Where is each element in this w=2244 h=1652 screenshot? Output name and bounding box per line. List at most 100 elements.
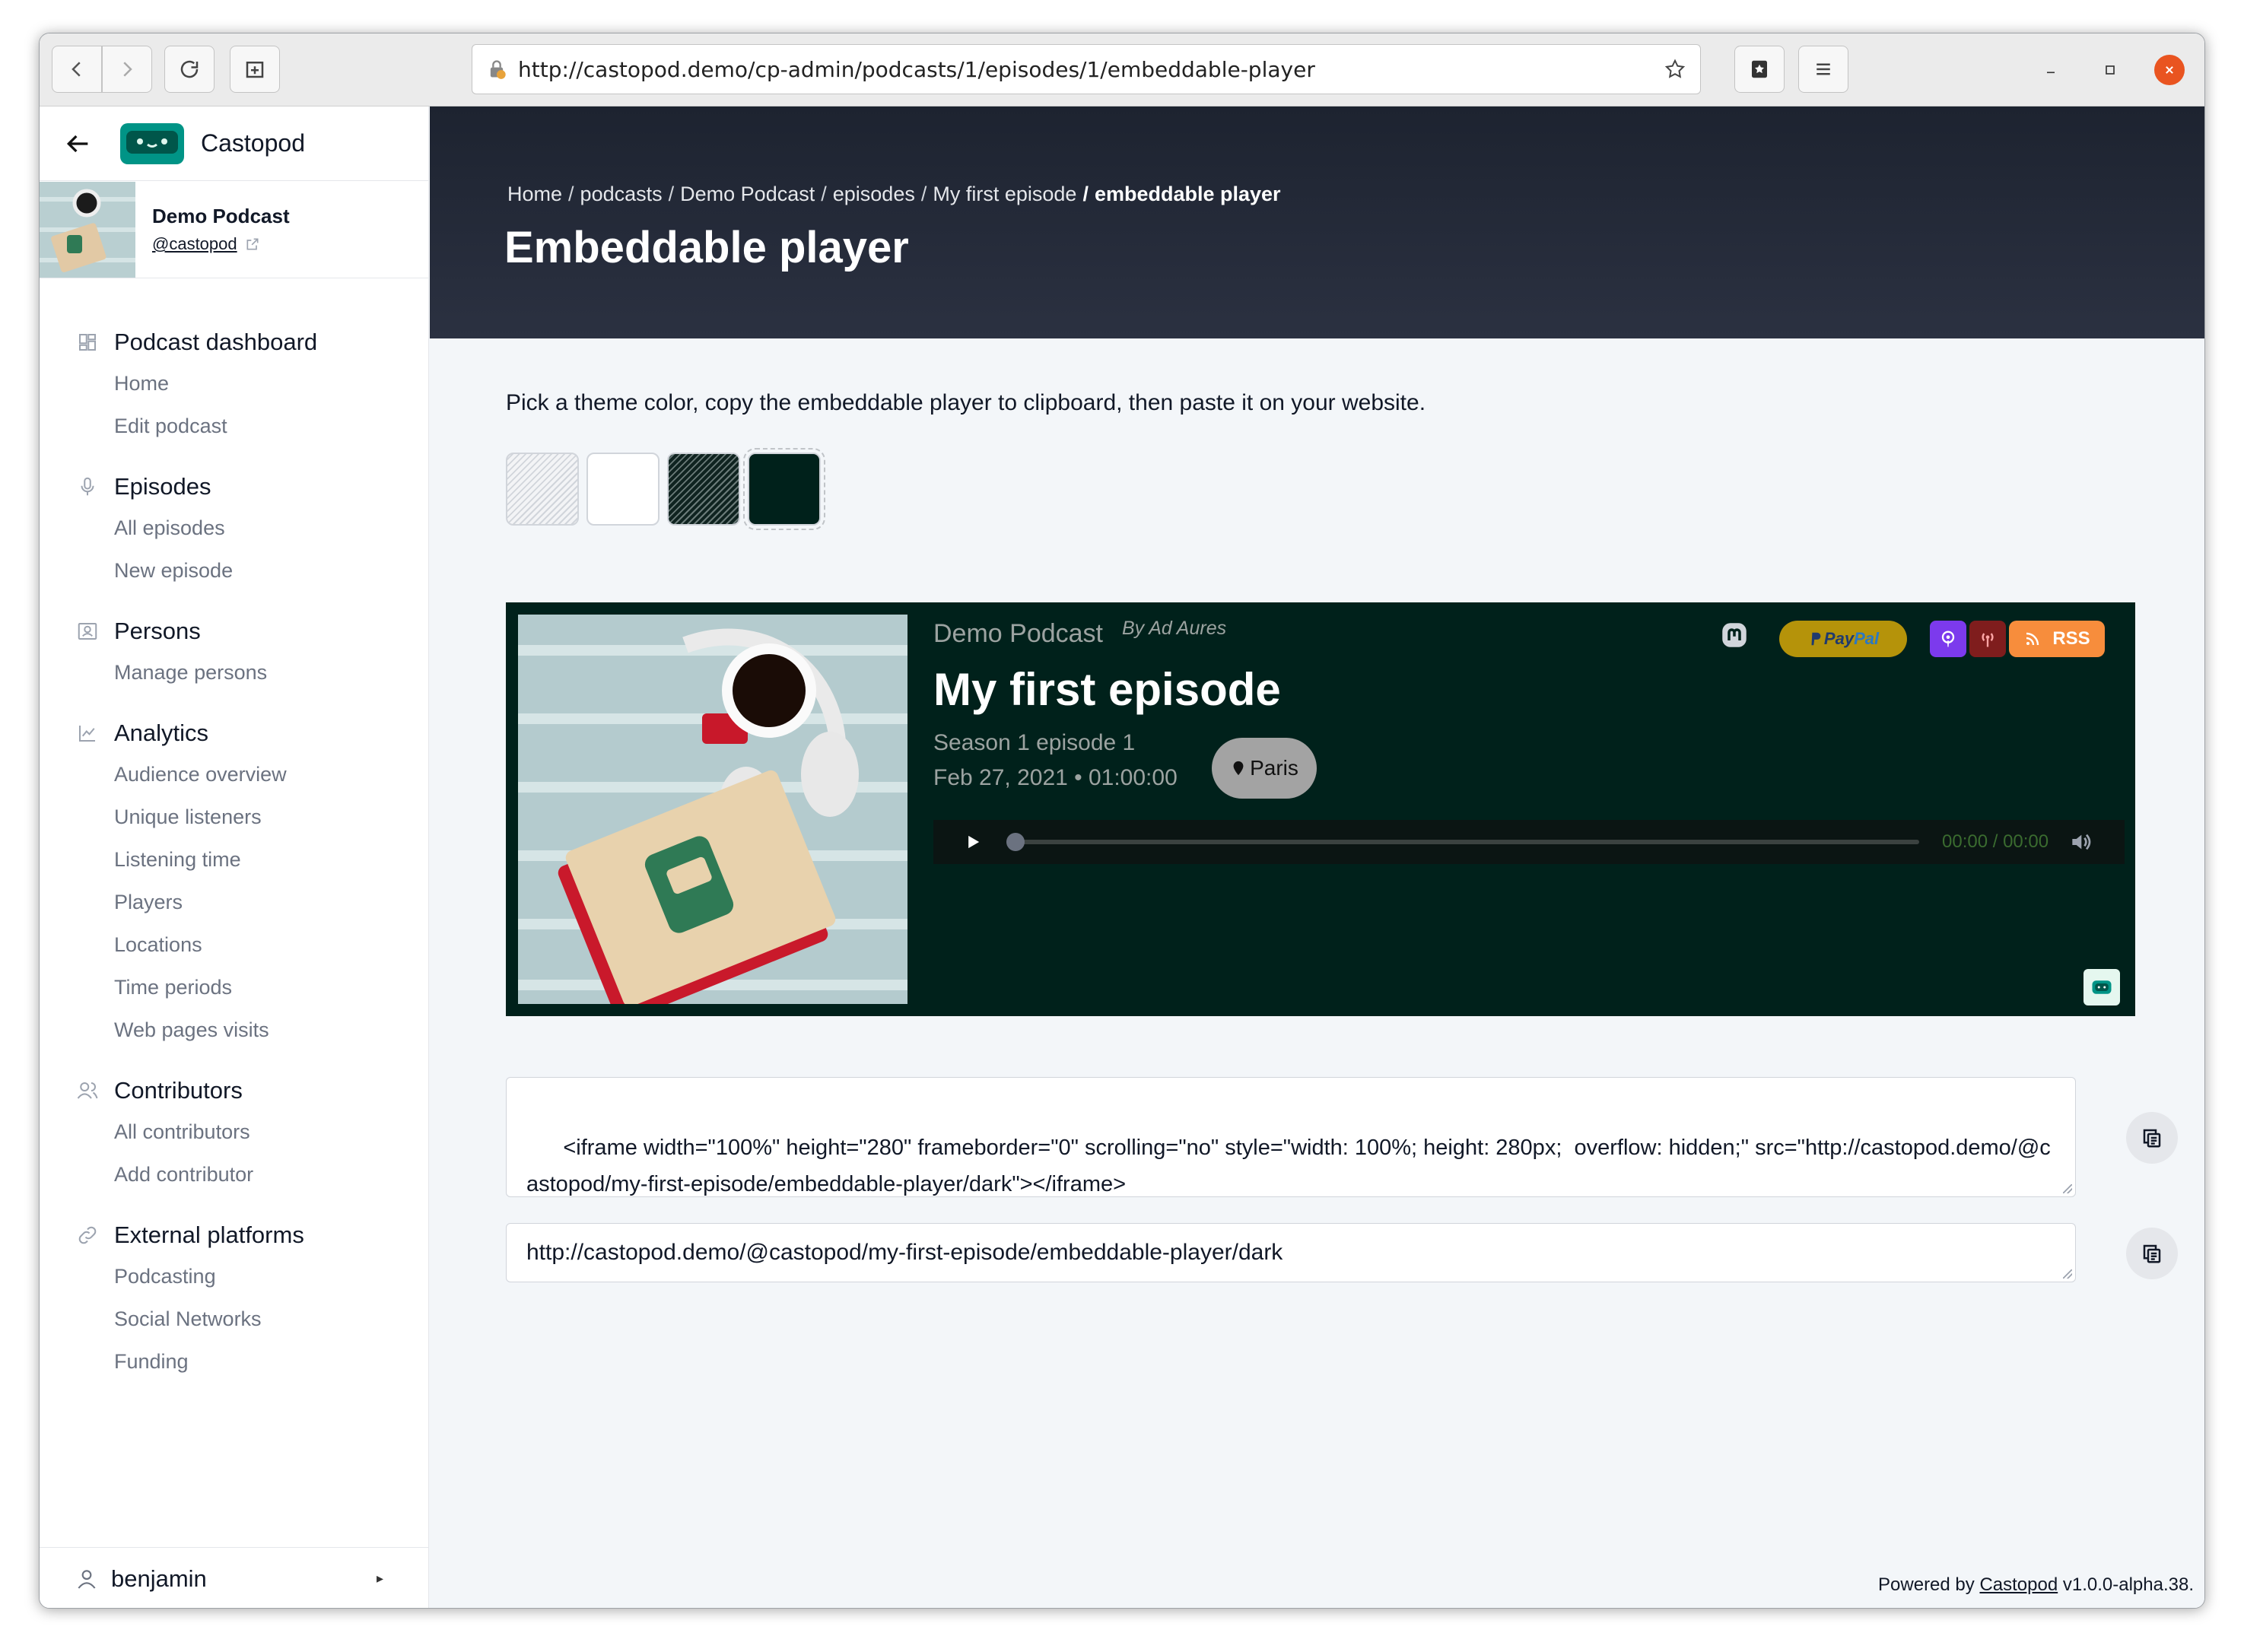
podcast-info: Demo Podcast @castopod	[152, 205, 290, 254]
nav-head-label: Podcast dashboard	[114, 329, 318, 355]
back-button[interactable]	[52, 46, 102, 93]
paypal-button[interactable]: Pay Pal	[1779, 621, 1907, 657]
breadcrumb-current: embeddable player	[1094, 183, 1281, 205]
sidebar-item-home[interactable]: Home	[40, 362, 429, 405]
sidebar-item-new-episode[interactable]: New episode	[40, 549, 429, 592]
sidebar-item-funding[interactable]: Funding	[40, 1340, 429, 1383]
broadcast-icon	[1982, 633, 1994, 647]
theme-dark-swatch[interactable]	[743, 448, 825, 530]
arrow-left-icon[interactable]	[62, 129, 93, 159]
sidebar-item-add-contributor[interactable]: Add contributor	[40, 1153, 429, 1196]
sidebar-item-all-episodes[interactable]: All episodes	[40, 507, 429, 549]
sidebar-item-unique-listeners[interactable]: Unique listeners	[40, 796, 429, 838]
podcast-index-link[interactable]	[1969, 621, 2006, 657]
minimize-button[interactable]	[2036, 55, 2066, 85]
nav-head-label: External platforms	[114, 1222, 304, 1248]
footer-castopod-link[interactable]: Castopod	[1979, 1574, 2058, 1595]
bookmark-star-icon	[1752, 60, 1767, 78]
brand-name[interactable]: Castopod	[201, 129, 305, 157]
breadcrumb-demo-podcast[interactable]: Demo Podcast	[680, 183, 815, 205]
sidebar-item-edit-podcast[interactable]: Edit podcast	[40, 405, 429, 447]
copy-url-button[interactable]	[2126, 1228, 2178, 1279]
microphone-icon	[81, 477, 94, 496]
rss-label: RSS	[2052, 628, 2090, 649]
user-menu[interactable]: benjamin ▸	[40, 1547, 429, 1608]
paypal-label-pal: Pal	[1854, 629, 1880, 648]
footer-version: v1.0.0-alpha.38.	[2062, 1574, 2194, 1595]
mastodon-icon[interactable]	[1718, 619, 1750, 651]
resize-handle[interactable]	[2063, 1269, 2072, 1279]
reload-icon	[180, 60, 199, 78]
nav-head-analytics[interactable]: Analytics	[40, 713, 429, 753]
sidebar-item-time-periods[interactable]: Time periods	[40, 966, 429, 1009]
breadcrumb-podcasts[interactable]: podcasts	[580, 183, 663, 205]
page-header: Home / podcasts / Demo Podcast / episodes / My f…	[430, 106, 2204, 338]
player-time: 00:00 / 00:00	[1942, 831, 2049, 852]
nav-head-label: Persons	[114, 618, 201, 644]
reload-button[interactable]	[164, 46, 215, 93]
sidebar-item-all-contributors[interactable]: All contributors	[40, 1110, 429, 1153]
apple-podcasts-link[interactable]	[1930, 621, 1966, 657]
sidebar-item-web-pages-visits[interactable]: Web pages visits	[40, 1009, 429, 1051]
new-tab-button[interactable]	[230, 46, 280, 93]
sidebar-item-audience-overview[interactable]: Audience overview	[40, 753, 429, 796]
resize-handle[interactable]	[2063, 1184, 2072, 1193]
breadcrumb-episode[interactable]: My first episode	[933, 183, 1076, 205]
breadcrumb-episodes[interactable]: episodes	[833, 183, 915, 205]
nav-head-label: Analytics	[114, 720, 209, 746]
maximize-button[interactable]	[2095, 55, 2125, 85]
sidebar-item-players[interactable]: Players	[40, 881, 429, 923]
podcast-cover	[40, 181, 135, 278]
sidebar-item-social-networks[interactable]: Social Networks	[40, 1298, 429, 1340]
copy-icon	[2143, 1244, 2161, 1263]
nav-group-podcast-dashboard: Podcast dashboard Home Edit podcast	[40, 322, 429, 447]
seek-thumb[interactable]	[1006, 833, 1025, 851]
theme-light-transparent-swatch[interactable]	[506, 453, 579, 526]
caret-right-icon: ▸	[376, 1571, 383, 1587]
paypal-icon	[1811, 632, 1821, 646]
external-link-icon	[246, 238, 259, 250]
embed-url-textarea[interactable]: http://castopod.demo/@castopod/my-first-…	[506, 1223, 2076, 1282]
sidebar-item-manage-persons[interactable]: Manage persons	[40, 651, 429, 694]
breadcrumb-home[interactable]: Home	[507, 183, 562, 205]
nav-group-analytics: Analytics Audience overview Unique liste…	[40, 713, 429, 1051]
play-icon[interactable]	[962, 831, 984, 853]
theme-light-swatch[interactable]	[586, 453, 660, 526]
location-badge[interactable]: Paris	[1212, 738, 1317, 799]
seek-bar[interactable]	[1006, 833, 1919, 851]
podcast-handle-link[interactable]: @castopod	[152, 234, 290, 254]
sidebar-brand: Castopod	[40, 106, 429, 181]
instructions-text: Pick a theme color, copy the embeddable …	[506, 390, 1426, 415]
forward-button[interactable]	[102, 46, 152, 93]
iframe-code-text: <iframe width="100%" height="280" frameb…	[526, 1136, 2051, 1196]
copy-iframe-button[interactable]	[2126, 1112, 2178, 1164]
rss-button[interactable]: RSS	[2009, 621, 2105, 657]
sidebar-nav: Podcast dashboard Home Edit podcast Epis…	[40, 322, 429, 1403]
star-icon[interactable]	[1664, 58, 1686, 81]
url-bar[interactable]: http://castopod.demo/cp-admin/podcasts/1…	[472, 44, 1701, 94]
nav-head-external-platforms[interactable]: External platforms	[40, 1215, 429, 1255]
paypal-label-pay: Pay	[1823, 629, 1855, 648]
browser-toolbar: http://castopod.demo/cp-admin/podcasts/1…	[40, 33, 2204, 106]
castopod-badge[interactable]	[2083, 969, 2120, 1005]
apple-podcasts-icon	[1941, 631, 1955, 647]
podcast-handle: @castopod	[152, 234, 237, 253]
new-tab-icon	[246, 62, 264, 78]
castopod-icon	[2092, 980, 2112, 994]
bookmarks-button[interactable]	[1734, 46, 1785, 93]
audio-player: 00:00 / 00:00	[933, 820, 2125, 864]
theme-dark-transparent-swatch[interactable]	[667, 453, 740, 526]
nav-head-persons[interactable]: Persons	[40, 612, 429, 651]
close-icon	[2166, 66, 2173, 74]
sidebar-item-listening-time[interactable]: Listening time	[40, 838, 429, 881]
dashboard-icon	[79, 334, 96, 351]
iframe-code-textarea[interactable]: <iframe width="100%" height="280" frameb…	[506, 1077, 2076, 1197]
close-button[interactable]	[2154, 55, 2185, 85]
nav-head-contributors[interactable]: Contributors	[40, 1071, 429, 1110]
nav-head-episodes[interactable]: Episodes	[40, 467, 429, 507]
nav-head-podcast-dashboard[interactable]: Podcast dashboard	[40, 322, 429, 362]
volume-icon[interactable]	[2068, 830, 2093, 854]
sidebar-item-locations[interactable]: Locations	[40, 923, 429, 966]
menu-button[interactable]	[1798, 46, 1848, 93]
sidebar-item-podcasting[interactable]: Podcasting	[40, 1255, 429, 1298]
